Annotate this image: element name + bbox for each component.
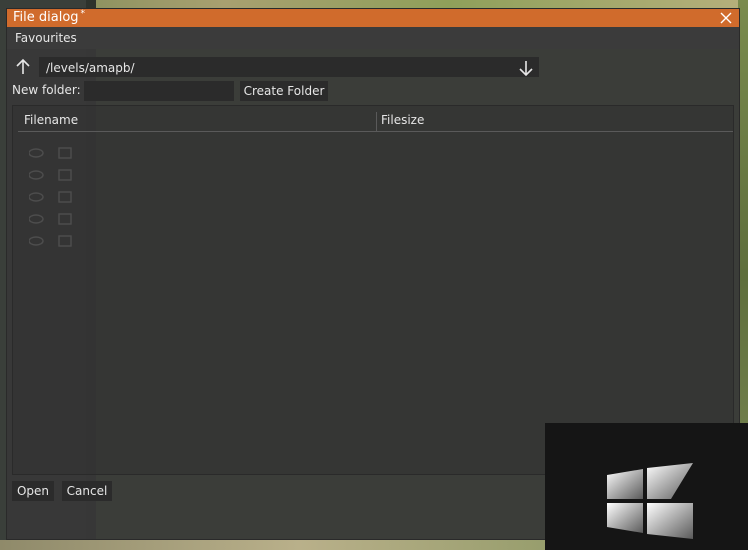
dialog-title: File dialog * [13, 9, 86, 27]
file-list-panel[interactable]: Filename Filesize [12, 105, 734, 475]
close-icon [720, 12, 732, 24]
title-bar[interactable]: File dialog * [7, 9, 739, 27]
column-header-filesize[interactable]: Filesize [381, 113, 424, 127]
new-folder-input[interactable] [84, 81, 234, 101]
menu-bar: Favourites [7, 27, 739, 49]
path-value: /levels/amapb/ [46, 61, 135, 75]
dialog-title-text: File dialog [13, 10, 79, 25]
cancel-button[interactable]: Cancel [62, 481, 112, 501]
menu-favourites[interactable]: Favourites [15, 31, 77, 45]
new-folder-label: New folder: [12, 83, 81, 97]
column-header-filename[interactable]: Filename [24, 113, 78, 127]
close-button[interactable] [719, 11, 733, 25]
header-separator [18, 131, 733, 132]
arrow-down-icon [519, 61, 533, 77]
path-field[interactable]: /levels/amapb/ [39, 57, 539, 77]
open-button[interactable]: Open [12, 481, 54, 501]
os-overlay-panel [545, 423, 748, 550]
path-dropdown-button[interactable] [518, 59, 534, 77]
modified-marker: * [80, 9, 86, 19]
go-up-button[interactable] [13, 57, 33, 77]
windows-logo-icon [607, 463, 693, 539]
create-folder-button[interactable]: Create Folder [240, 81, 328, 101]
arrow-up-icon [16, 58, 30, 74]
column-divider[interactable] [376, 112, 377, 132]
